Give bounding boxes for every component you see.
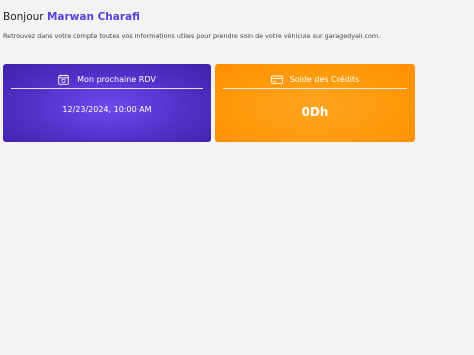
calendar-icon xyxy=(58,74,69,85)
next-appointment-header: Mon prochaine RDV xyxy=(3,70,211,88)
next-appointment-card[interactable]: Mon prochaine RDV 12/23/2024, 10:00 AM xyxy=(3,64,211,142)
credit-balance-header: Solde des Crédits xyxy=(215,70,415,88)
credit-balance-title: Solde des Crédits xyxy=(289,74,360,84)
next-appointment-datetime: 12/23/2024, 10:00 AM xyxy=(62,105,152,114)
next-appointment-title: Mon prochaine RDV xyxy=(77,74,156,84)
credit-balance-card[interactable]: Solde des Crédits 0Dh xyxy=(215,64,415,142)
page-subtitle: Retrouvez dans votre compte toutes vos i… xyxy=(3,32,381,40)
card-divider xyxy=(223,88,407,89)
wallet-icon xyxy=(270,74,283,85)
credit-balance-value: 0Dh xyxy=(301,105,329,119)
card-divider xyxy=(11,88,203,89)
greeting-prefix: Bonjour xyxy=(3,11,44,23)
user-name: Marwan Charafi xyxy=(46,11,140,23)
greeting-heading: Bonjour Marwan Charafi xyxy=(3,11,140,23)
